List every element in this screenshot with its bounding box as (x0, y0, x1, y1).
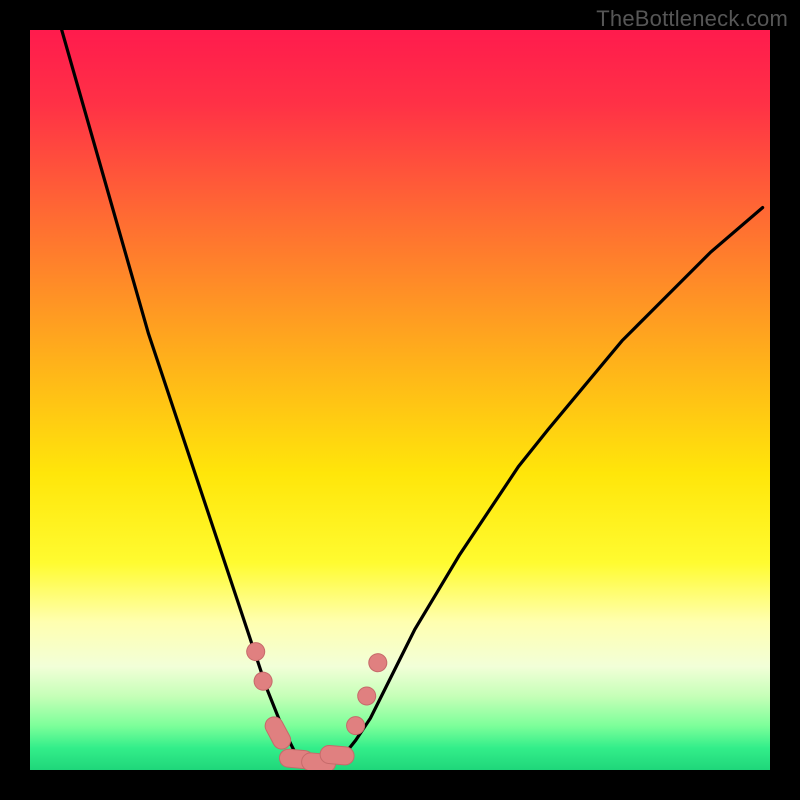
watermark-label: TheBottleneck.com (596, 6, 788, 32)
trough-marker (343, 713, 368, 738)
curve-layer (30, 30, 770, 770)
bottleneck-curve (60, 30, 763, 766)
frame: TheBottleneck.com (0, 0, 800, 800)
plot-area (30, 30, 770, 770)
trough-marker (319, 745, 354, 766)
trough-marker (244, 639, 268, 663)
trough-marker (251, 669, 275, 693)
trough-marker (262, 714, 294, 752)
trough-marker (365, 650, 390, 675)
trough-markers (244, 639, 391, 770)
